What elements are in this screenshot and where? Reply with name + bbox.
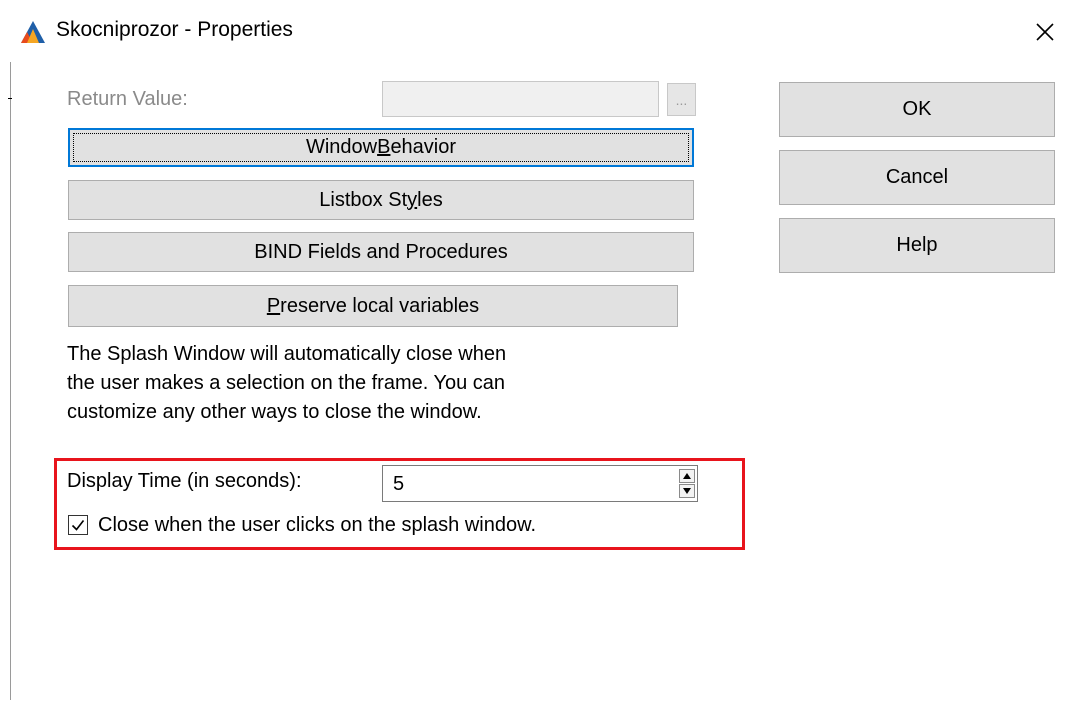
display-time-spinner[interactable]: 5	[382, 465, 698, 502]
return-value-label: Return Value:	[67, 88, 188, 110]
title-bar: Skocniprozor - Properties	[0, 0, 1075, 62]
listbox-styles-button[interactable]: Listbox St y les	[68, 180, 694, 220]
listbox-styles-mnemonic: y	[407, 188, 418, 211]
bind-fields-label: BIND Fields and Procedures	[254, 240, 508, 263]
spin-down-button[interactable]	[679, 484, 695, 498]
bind-fields-button[interactable]: BIND Fields and Procedures	[68, 232, 694, 272]
window-left-edge	[10, 60, 11, 700]
description-line-2: the user makes a selection on the frame.…	[67, 372, 506, 394]
help-label: Help	[896, 234, 938, 256]
window-behavior-mnemonic: B	[377, 136, 391, 158]
preserve-locals-mnemonic: P	[266, 294, 281, 317]
arrow-down-icon	[683, 488, 691, 494]
splash-description: The Splash Window will automatically clo…	[67, 340, 647, 427]
window-behavior-button[interactable]: Window Behavior	[68, 128, 694, 167]
window-title: Skocniprozor - Properties	[56, 18, 293, 41]
preserve-locals-label-post: reserve local variables	[280, 294, 480, 317]
close-on-click-checkbox[interactable]	[68, 515, 88, 535]
close-on-click-label[interactable]: Close when the user clicks on the splash…	[98, 514, 536, 537]
description-line-3: customize any other ways to close the wi…	[67, 401, 482, 423]
ok-label: OK	[902, 98, 932, 120]
listbox-styles-label-pre: Listbox St	[319, 188, 408, 211]
listbox-styles-label-post: les	[417, 188, 443, 211]
preserve-local-variables-button[interactable]: Preserve local variables	[68, 285, 678, 327]
cancel-label: Cancel	[885, 166, 949, 188]
display-time-value[interactable]: 5	[393, 473, 404, 496]
return-value-browse-button[interactable]: ...	[667, 83, 696, 116]
cancel-button[interactable]: Cancel	[779, 150, 1055, 205]
display-time-label: Display Time (in seconds):	[67, 470, 302, 492]
help-button[interactable]: Help	[779, 218, 1055, 273]
return-value-field[interactable]	[382, 81, 659, 117]
checkmark-icon	[71, 520, 85, 531]
close-icon	[1036, 23, 1054, 41]
close-button[interactable]	[1027, 14, 1063, 50]
ok-button[interactable]: OK	[779, 82, 1055, 137]
spinner-arrows	[679, 469, 695, 498]
left-edge-tick	[8, 98, 12, 99]
app-triangle-icon	[20, 20, 46, 44]
description-line-1: The Splash Window will automatically clo…	[67, 343, 507, 365]
arrow-up-icon	[683, 473, 691, 479]
spin-up-button[interactable]	[679, 469, 695, 483]
window-behavior-label-post: ehavior	[390, 136, 457, 158]
window-behavior-label-pre: Window	[305, 136, 378, 158]
